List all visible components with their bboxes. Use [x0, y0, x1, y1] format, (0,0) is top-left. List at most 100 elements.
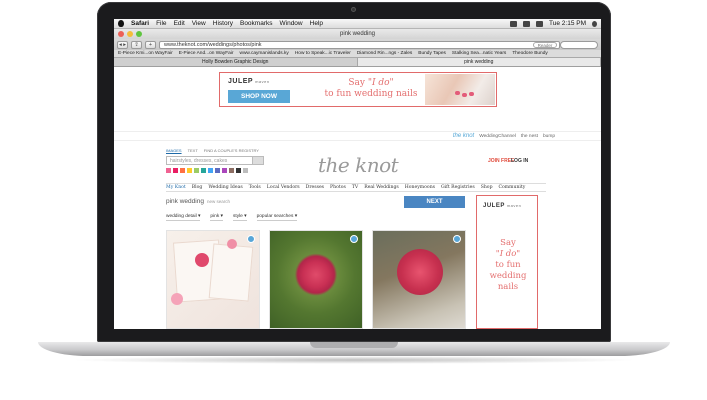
site-search-input[interactable]: hairstyles, dresses, cakes — [166, 156, 264, 165]
pin-icon[interactable] — [453, 235, 461, 243]
side-ad-headline: Say "I do" to fun wedding nails — [489, 238, 527, 292]
filter-popular-searches[interactable]: popular searches ▾ — [256, 214, 298, 221]
minimize-button[interactable] — [127, 31, 133, 37]
color-swatch[interactable] — [201, 168, 206, 173]
shop-now-button[interactable]: SHOP NOW — [228, 90, 290, 103]
color-swatch[interactable] — [243, 168, 248, 173]
network-bar: the knot WeddingChannel the nest bump — [114, 131, 601, 141]
pin-icon[interactable] — [350, 235, 358, 243]
search-icon[interactable] — [252, 157, 263, 164]
color-swatch[interactable] — [194, 168, 199, 173]
reader-button[interactable]: Reader — [533, 41, 557, 48]
search-tab-text[interactable]: TEXT — [188, 148, 198, 153]
nav-wedding-ideas[interactable]: Wedding Ideas — [208, 185, 242, 190]
menu-window[interactable]: Window — [280, 20, 303, 27]
the-knot-logo[interactable]: the knot — [318, 153, 399, 177]
search-field[interactable] — [560, 40, 598, 49]
bookmark-item[interactable]: www.caymanislands.ky — [239, 51, 288, 56]
nav-honeymoons[interactable]: Honeymoons — [405, 185, 435, 190]
bookmark-item[interactable]: E-Piece And...on WayFair — [179, 51, 234, 56]
login-link[interactable]: LOG IN — [511, 158, 528, 164]
close-button[interactable] — [118, 31, 124, 37]
filter-style[interactable]: style ▾ — [232, 214, 247, 221]
bookmark-item[interactable]: E-Piece Kmi...on WayFair — [118, 51, 173, 56]
nav-real-weddings[interactable]: Real Weddings — [364, 185, 399, 190]
filter-wedding-detail[interactable]: wedding detail ▾ — [166, 214, 201, 221]
banner-ad[interactable]: JULEP maven SHOP NOW Say "I do" to fun we… — [219, 72, 497, 107]
new-search-link[interactable]: new search — [207, 199, 230, 204]
nav-photos[interactable]: Photos — [330, 185, 346, 190]
battery-icon[interactable] — [536, 20, 544, 27]
filter-color[interactable]: pink ▾ — [210, 214, 223, 221]
wifi-icon[interactable] — [510, 20, 518, 27]
color-swatch[interactable] — [215, 168, 220, 173]
ad-headline: Say "I do" to fun wedding nails — [324, 78, 418, 99]
apple-icon[interactable] — [118, 20, 124, 27]
network-weddingchannel[interactable]: WeddingChannel — [479, 134, 516, 139]
tab-holly-bowden[interactable]: Holly Bowden Graphic Design — [114, 58, 358, 66]
network-the-nest[interactable]: the nest — [521, 134, 538, 139]
status-area: Tue 2:15 PM — [510, 20, 597, 27]
bookmark-item[interactable]: Theodore Bundy — [512, 51, 547, 56]
back-forward-button[interactable]: ◂ ▸ — [117, 40, 128, 49]
search-tab-registry[interactable]: FIND A COUPLE'S REGISTRY — [204, 148, 259, 153]
ad-brand: JULEP maven — [228, 78, 270, 85]
bookmark-item[interactable]: How to Speak...ic Traveler — [295, 51, 351, 56]
menu-view[interactable]: View — [192, 20, 206, 27]
photo-grid — [166, 230, 466, 329]
color-swatch[interactable] — [166, 168, 171, 173]
webpage: JULEP maven SHOP NOW Say "I do" to fun we… — [114, 67, 601, 329]
bookmark-item[interactable]: Bundy Tapes — [418, 51, 446, 56]
nav-blog[interactable]: Blog — [192, 185, 203, 190]
color-filter-swatches — [166, 168, 248, 173]
zoom-button[interactable] — [136, 31, 142, 37]
nav-tv[interactable]: TV — [352, 185, 358, 190]
photo-pink-rose[interactable] — [269, 230, 363, 329]
side-ad[interactable]: JULEP maven Say "I do" to fun wedding nai… — [476, 195, 538, 329]
photo-rose-bouquet[interactable] — [372, 230, 466, 329]
clock[interactable]: Tue 2:15 PM — [549, 20, 586, 27]
laptop-shadow — [70, 356, 638, 364]
share-icon[interactable]: ⇪ — [131, 40, 142, 49]
bookmark-item[interactable]: Stalking Sea...natic Years — [452, 51, 506, 56]
color-swatch[interactable] — [222, 168, 227, 173]
tab-pink-wedding[interactable]: pink wedding — [357, 58, 601, 66]
bookmark-item[interactable]: Diamond Rin...ngs - Zales — [357, 51, 412, 56]
nav-gift-registries[interactable]: Gift Registries — [441, 185, 475, 190]
next-button[interactable]: NEXT — [404, 196, 465, 208]
address-bar[interactable]: www.theknot.com/weddings/photos/pink — [159, 40, 560, 49]
color-swatch[interactable] — [180, 168, 185, 173]
spotlight-icon[interactable] — [592, 20, 597, 27]
tab-bar: Holly Bowden Graphic Design pink wedding — [114, 58, 601, 67]
network-the-knot[interactable]: the knot — [453, 133, 474, 139]
nav-my-knot[interactable]: My Knot — [166, 185, 186, 190]
color-swatch[interactable] — [187, 168, 192, 173]
nav-tools[interactable]: Tools — [249, 185, 261, 190]
search-tab-images[interactable]: IMAGES — [166, 148, 182, 153]
nav-community[interactable]: Community — [499, 185, 526, 190]
browser-toolbar: ◂ ▸ ⇪ + www.theknot.com/weddings/photos/… — [114, 39, 601, 50]
pin-icon[interactable] — [247, 235, 255, 243]
photo-invitation[interactable] — [166, 230, 260, 329]
volume-icon[interactable] — [523, 20, 531, 27]
menu-edit[interactable]: Edit — [174, 20, 185, 27]
menu-file[interactable]: File — [156, 20, 166, 27]
menu-help[interactable]: Help — [310, 20, 323, 27]
color-swatch[interactable] — [208, 168, 213, 173]
ad-photo — [425, 74, 495, 105]
screen: Safari File Edit View History Bookmarks … — [114, 19, 601, 329]
color-swatch[interactable] — [229, 168, 234, 173]
side-ad-brand: JULEP maven — [483, 203, 522, 209]
add-bookmark-icon[interactable]: + — [145, 40, 156, 49]
menu-app-name[interactable]: Safari — [131, 20, 149, 27]
menu-history[interactable]: History — [213, 20, 233, 27]
color-swatch[interactable] — [236, 168, 241, 173]
laptop-notch — [310, 342, 398, 348]
color-swatch[interactable] — [173, 168, 178, 173]
nav-dresses[interactable]: Dresses — [306, 185, 324, 190]
network-bump[interactable]: bump — [543, 134, 555, 139]
site-header: IMAGES TEXT FIND A COUPLE'S REGISTRY hai… — [166, 148, 546, 183]
nav-local-vendors[interactable]: Local Vendors — [267, 185, 300, 190]
menu-bookmarks[interactable]: Bookmarks — [240, 20, 273, 27]
nav-shop[interactable]: Shop — [481, 185, 493, 190]
